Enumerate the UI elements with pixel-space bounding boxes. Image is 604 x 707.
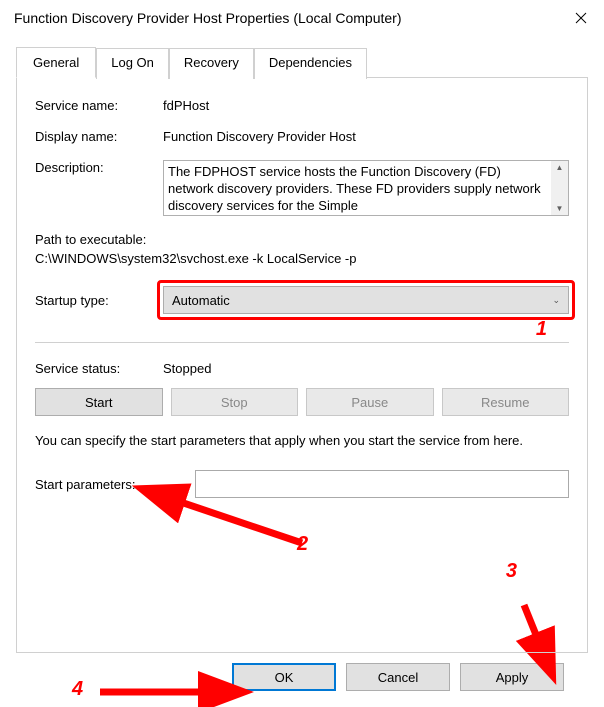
resume-button: Resume — [442, 388, 570, 416]
value-service-status: Stopped — [163, 361, 569, 376]
close-icon — [575, 12, 587, 24]
tab-logon[interactable]: Log On — [96, 48, 169, 79]
label-display-name: Display name: — [35, 129, 163, 144]
label-start-parameters: Start parameters: — [35, 477, 195, 492]
chevron-down-icon: ⌄ — [552, 295, 560, 306]
start-button[interactable]: Start — [35, 388, 163, 416]
divider — [35, 342, 569, 343]
value-path: C:\WINDOWS\system32\svchost.exe -k Local… — [35, 251, 569, 266]
label-service-name: Service name: — [35, 98, 163, 113]
scroll-up-icon[interactable]: ▲ — [556, 163, 564, 172]
startup-type-select[interactable]: Automatic ⌄ — [163, 286, 569, 314]
label-path: Path to executable: — [35, 232, 569, 247]
hint-text: You can specify the start parameters tha… — [35, 432, 569, 450]
apply-button[interactable]: Apply — [460, 663, 564, 691]
pause-button: Pause — [306, 388, 434, 416]
scroll-down-icon[interactable]: ▼ — [556, 204, 564, 213]
start-parameters-input[interactable] — [195, 470, 569, 498]
label-startup-type: Startup type: — [35, 293, 163, 308]
stop-button: Stop — [171, 388, 299, 416]
tab-dependencies[interactable]: Dependencies — [254, 48, 367, 79]
label-description: Description: — [35, 160, 163, 175]
tab-general[interactable]: General — [16, 47, 96, 78]
value-display-name: Function Discovery Provider Host — [163, 129, 569, 144]
description-text[interactable]: The FDPHOST service hosts the Function D… — [164, 161, 551, 215]
window-title: Function Discovery Provider Host Propert… — [14, 10, 558, 26]
annotation-2: 2 — [297, 533, 308, 556]
description-box: The FDPHOST service hosts the Function D… — [163, 160, 569, 216]
annotation-1: 1 — [536, 318, 547, 341]
label-service-status: Service status: — [35, 361, 163, 376]
close-button[interactable] — [558, 0, 604, 36]
tab-bar: General Log On Recovery Dependencies — [16, 46, 588, 77]
ok-button[interactable]: OK — [232, 663, 336, 691]
startup-type-value: Automatic — [172, 293, 230, 308]
description-scrollbar[interactable]: ▲ ▼ — [551, 161, 568, 215]
annotation-3: 3 — [506, 560, 517, 583]
value-service-name: fdPHost — [163, 98, 569, 113]
cancel-button[interactable]: Cancel — [346, 663, 450, 691]
tab-recovery[interactable]: Recovery — [169, 48, 254, 79]
tab-panel-general: Service name: fdPHost Display name: Func… — [16, 77, 588, 653]
